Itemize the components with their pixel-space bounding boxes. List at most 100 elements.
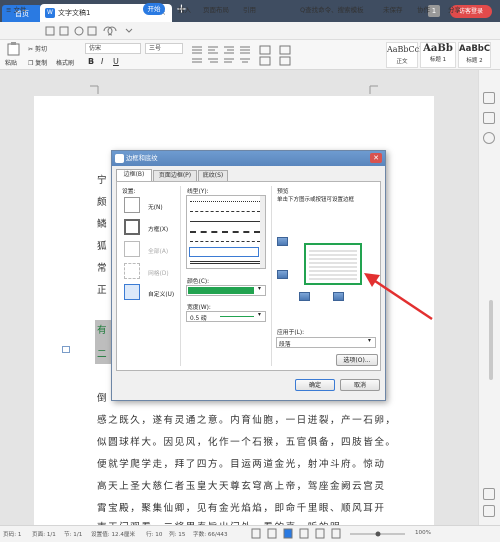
setting-none-icon[interactable] xyxy=(124,197,140,213)
italic-button[interactable]: I xyxy=(101,57,103,66)
menu-references[interactable]: 引用 xyxy=(243,4,256,14)
setting-grid[interactable]: 网格(D) xyxy=(148,268,169,277)
linestyle-option[interactable] xyxy=(190,241,260,242)
bold-button[interactable]: B xyxy=(88,57,94,66)
doc-char: 颇 xyxy=(97,197,109,208)
doc-char: 常 xyxy=(97,263,109,274)
linestyle-scrollbar[interactable] xyxy=(260,196,265,268)
paste-label[interactable]: 粘贴 xyxy=(5,58,17,67)
apply-select[interactable] xyxy=(276,337,376,348)
linestyle-label: 线型(Y): xyxy=(187,189,209,195)
style-normal[interactable]: AaBbCcDd 正文 xyxy=(386,42,431,68)
divider xyxy=(180,186,181,366)
left-border-button[interactable] xyxy=(299,292,310,301)
status-page: 页码: 1 xyxy=(3,532,22,538)
setting-label: 设置: xyxy=(122,189,136,195)
chevron-down-icon[interactable]: ▾ xyxy=(258,312,261,318)
doc-line: 高天上圣大慈仁者玉皇大天尊玄穹高上帝，驾座金阙云宫灵 xyxy=(97,481,386,492)
apply-value: 段落 xyxy=(279,342,291,348)
chevron-down-icon[interactable]: ▾ xyxy=(368,338,371,344)
doc-char: 鳞 xyxy=(97,219,109,230)
tab-document-label: 文字文稿1 xyxy=(58,9,91,17)
right-border-button[interactable] xyxy=(333,292,344,301)
format-tool-icon[interactable] xyxy=(483,112,495,124)
width-value: 0.5 磅 xyxy=(190,316,207,322)
doc-line: 便就学爬学走，拜了四方。目运两道金光，射冲斗府。惊动 xyxy=(97,459,386,470)
setting-all[interactable]: 全部(A) xyxy=(148,246,168,255)
preview-label: 预览 xyxy=(277,189,289,195)
doc-line: 似圆球样大。因见风，化作一个石猴，五官俱备，四肢皆全。 xyxy=(97,437,397,448)
tab-shading[interactable]: 底纹(S) xyxy=(198,170,228,181)
style-heading-1[interactable]: AaBb 标题 1 xyxy=(420,42,456,68)
format-painter-button[interactable]: 格式刷 xyxy=(56,58,74,67)
collaborate-button[interactable]: 协作 xyxy=(417,4,430,14)
vertical-scrollbar[interactable] xyxy=(489,300,493,380)
share-button[interactable]: 分享 xyxy=(448,4,461,14)
doc-char-highlighted: 有 xyxy=(97,325,109,336)
tab-page-borders[interactable]: 页面边框(P) xyxy=(153,170,197,181)
view-mode-icons[interactable] xyxy=(250,528,410,540)
linestyle-selected[interactable] xyxy=(189,247,259,257)
linestyle-option[interactable] xyxy=(190,221,260,222)
width-sample-line xyxy=(220,316,254,317)
setting-box-icon[interactable] xyxy=(124,219,140,235)
doc-line: 霄宝殿，聚集仙卿，见有金光焰焰，即命千里眼、顺风耳开 xyxy=(97,503,386,514)
doc-char: 正 xyxy=(97,285,109,296)
prev-page-icon[interactable] xyxy=(483,488,495,500)
linestyle-option[interactable] xyxy=(190,201,260,202)
search-command[interactable]: Q查找命令、搜索模板 xyxy=(300,4,364,14)
status-row: 行: 10 xyxy=(146,532,163,538)
help-icon[interactable] xyxy=(483,132,495,144)
font-size-select[interactable]: 三号 xyxy=(145,43,183,54)
setting-custom-icon[interactable] xyxy=(124,284,140,300)
chevron-down-icon[interactable]: ▾ xyxy=(258,286,261,292)
file-menu[interactable]: ≡ 文件 xyxy=(6,4,27,14)
quick-access-icons[interactable] xyxy=(44,25,139,37)
doc-line: 倒 xyxy=(97,393,109,404)
style-heading-2[interactable]: AaBbC 标题 2 xyxy=(458,42,491,68)
divider xyxy=(271,186,272,366)
dialog-close-button[interactable]: ✕ xyxy=(370,153,382,163)
unsaved-status[interactable]: 未保存 xyxy=(383,4,403,14)
setting-box[interactable]: 方框(X) xyxy=(148,224,168,233)
menu-start[interactable]: 开始 xyxy=(143,3,165,15)
font-family-select[interactable]: 仿宋 xyxy=(85,43,141,54)
tab-borders[interactable]: 边框(B) xyxy=(116,169,152,181)
options-button[interactable]: 选项(O)... xyxy=(336,354,378,366)
ok-button[interactable]: 确定 xyxy=(295,379,335,391)
margin-marks xyxy=(90,85,378,94)
setting-all-icon[interactable] xyxy=(124,241,140,257)
document-icon: W xyxy=(45,8,55,18)
preview-hint: 单击下方图示或按钮可设置边框 xyxy=(277,197,355,203)
doc-char: 宁 xyxy=(97,175,109,186)
copy-button[interactable]: ❐ 复制 xyxy=(28,58,47,67)
menu-layout[interactable]: 页面布局 xyxy=(203,4,229,14)
width-label: 宽度(W): xyxy=(187,305,211,311)
linestyle-option[interactable] xyxy=(190,231,260,233)
underline-button[interactable]: U xyxy=(113,57,119,66)
status-words[interactable]: 字数: 66/443 xyxy=(193,530,228,538)
edit-tool-icon[interactable] xyxy=(483,92,495,104)
cut-button[interactable]: ✂ 剪切 xyxy=(28,44,47,53)
next-page-icon[interactable] xyxy=(483,505,495,517)
setting-none[interactable]: 无(N) xyxy=(148,202,163,211)
paste-icon[interactable] xyxy=(6,42,22,56)
dialog-title: 边框和底纹 xyxy=(112,151,385,166)
doc-char: 狐 xyxy=(97,241,109,252)
bottom-border-button[interactable] xyxy=(277,270,288,279)
setting-grid-icon[interactable] xyxy=(124,263,140,279)
apply-label: 应用于(L): xyxy=(277,330,305,336)
top-border-button[interactable] xyxy=(277,237,288,246)
zoom-level[interactable]: 100% xyxy=(415,530,431,536)
setting-custom[interactable]: 自定义(U) xyxy=(148,289,174,298)
cancel-button[interactable]: 取消 xyxy=(340,379,380,391)
doc-char-highlighted: 二 xyxy=(97,349,109,360)
paragraph-handle-icon[interactable] xyxy=(62,346,70,353)
status-section: 节: 1/1 xyxy=(64,532,83,538)
dialog-app-icon xyxy=(115,154,124,163)
linestyle-option[interactable] xyxy=(190,261,260,264)
menu-insert[interactable]: 插入 xyxy=(178,4,191,14)
preview-text-lines xyxy=(309,250,357,280)
paragraph-tools-icons[interactable] xyxy=(190,44,380,66)
linestyle-option[interactable] xyxy=(190,211,260,212)
